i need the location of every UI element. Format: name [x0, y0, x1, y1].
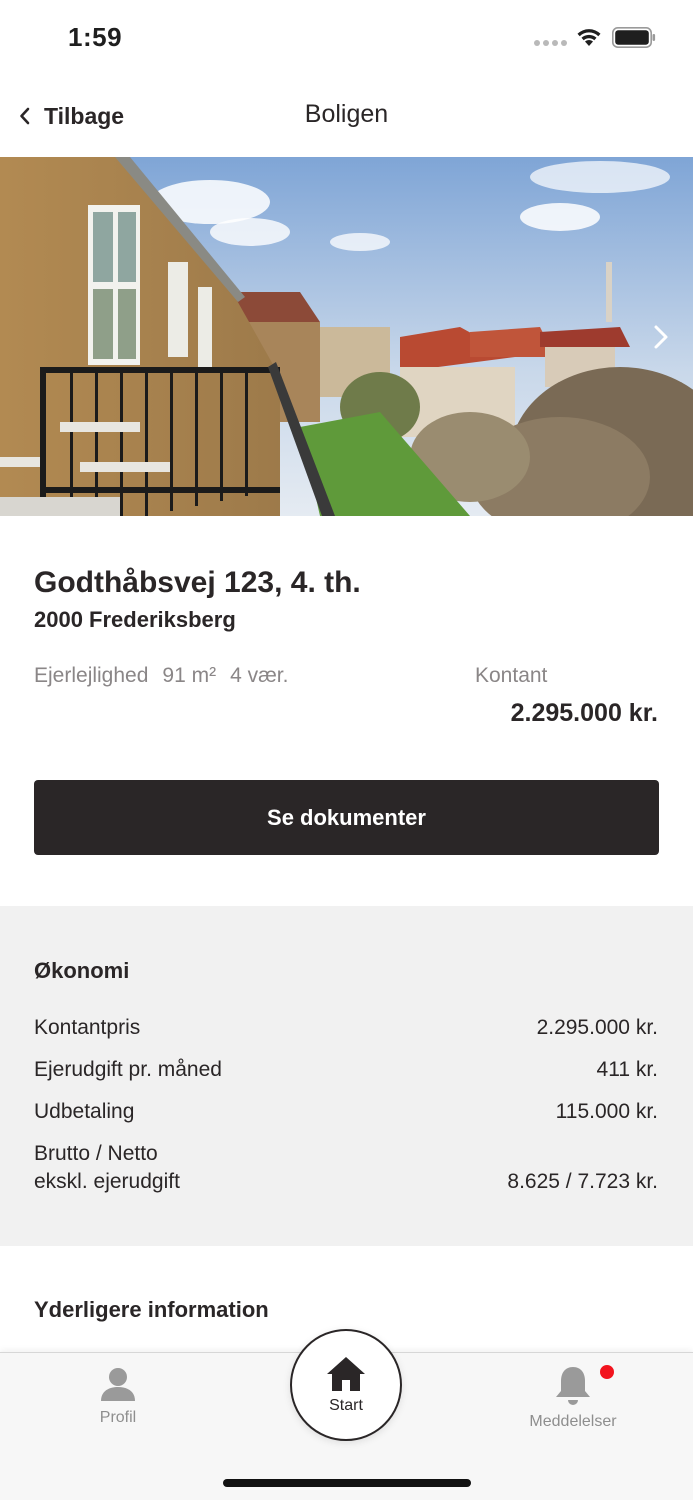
navigation-bar: Tilbage Boligen: [0, 76, 693, 157]
tab-profile[interactable]: Profil: [68, 1367, 168, 1427]
page-title: Boligen: [304, 100, 389, 128]
home-indicator: [223, 1479, 471, 1487]
home-icon: [327, 1357, 365, 1391]
economy-row-label: Ejerudgift pr. måned: [34, 1058, 222, 1081]
economy-row-label: Kontantpris: [34, 1016, 141, 1039]
economy-row-value: 115.000 kr.: [555, 1100, 658, 1123]
economy-row-value: 411 kr.: [596, 1058, 658, 1081]
tab-start-label: Start: [329, 1397, 363, 1414]
property-photo-image: [0, 157, 693, 516]
property-specs: Ejerlejlighed 91 m² 4 vær.: [34, 664, 288, 688]
economy-title: Økonomi: [34, 958, 130, 983]
status-time: 1:59: [68, 22, 123, 52]
property-photo[interactable]: [0, 157, 693, 516]
economy-row: Ejerudgift pr. måned 411 kr.: [34, 1056, 658, 1084]
notification-badge: [598, 1363, 616, 1381]
signal-icon: [534, 40, 567, 46]
economy-row: Kontantpris 2.295.000 kr.: [34, 1014, 658, 1042]
tab-notifications-label: Meddelelser: [529, 1413, 617, 1430]
chevron-right-icon[interactable]: [649, 321, 673, 353]
property-size: 91 m²: [162, 664, 217, 687]
bell-icon: [556, 1367, 590, 1405]
price-value: 2.295.000 kr.: [510, 699, 658, 727]
property-address: Godthåbsvej 123, 4. th.: [34, 566, 361, 599]
battery-icon: [612, 27, 656, 48]
tab-bar: Profil Start Meddelelser: [0, 1329, 693, 1500]
economy-row: Udbetaling 115.000 kr.: [34, 1098, 658, 1126]
wifi-icon: [577, 29, 601, 46]
price-label: Kontant: [475, 664, 548, 687]
tab-start[interactable]: Start: [290, 1329, 402, 1441]
economy-row-label: Brutto / Netto ekskl. ejerudgift: [34, 1142, 180, 1193]
status-bar: 1:59: [0, 0, 693, 76]
economy-row-value: 8.625 / 7.723 kr.: [507, 1170, 658, 1193]
person-icon: [101, 1368, 135, 1401]
more-info-title: Yderligere information: [34, 1297, 269, 1322]
tab-notifications[interactable]: Meddelelser: [510, 1363, 636, 1431]
property-city: 2000 Frederiksberg: [34, 607, 236, 632]
economy-section: Økonomi Kontantpris 2.295.000 kr. Ejerud…: [0, 906, 693, 1246]
property-type: Ejerlejlighed: [34, 664, 149, 687]
see-documents-button[interactable]: Se dokumenter: [34, 780, 659, 855]
economy-row-label: Udbetaling: [34, 1100, 135, 1123]
property-rooms: 4 vær.: [230, 664, 289, 687]
tab-profile-label: Profil: [99, 1409, 137, 1426]
economy-row-value: 2.295.000 kr.: [536, 1016, 658, 1039]
economy-row: Brutto / Netto ekskl. ejerudgift 8.625 /…: [34, 1140, 658, 1196]
